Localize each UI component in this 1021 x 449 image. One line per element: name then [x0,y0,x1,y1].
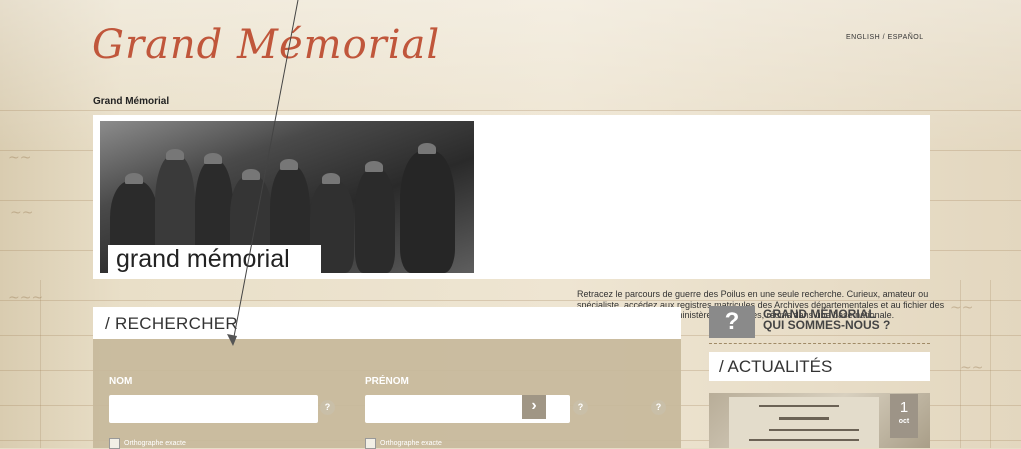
prenom-exact-checkbox[interactable] [365,438,376,449]
search-title: / RECHERCHER [105,314,239,333]
language-switcher: ENGLISH / ESPAÑOL [846,34,924,41]
question-icon[interactable]: ? [709,306,755,338]
prenom-label: PRÉNOM [365,376,409,387]
hero-panel: grand mémorial Retracez le parcours de g… [93,115,944,320]
soldiers-photo: grand mémorial [100,121,474,273]
nom-exact-label: Orthographe exacte [124,440,186,447]
news-month: oct [898,418,910,425]
news-header: / ACTUALITÉS [709,352,930,381]
nom-input[interactable] [109,395,318,423]
news-date-badge: 1 oct [890,394,918,438]
lang-english-link[interactable]: ENGLISH [846,34,880,41]
news-day: 1 [899,399,909,416]
nom-label: NOM [109,376,133,387]
photo-caption: grand mémorial [108,245,321,273]
site-logo[interactable]: Grand Mémorial [92,22,440,68]
nom-help-icon[interactable]: ? [320,400,335,415]
breadcrumb[interactable]: Grand Mémorial [93,96,169,107]
sidebar-divider [709,343,930,344]
nom-exact-checkbox[interactable] [109,438,120,449]
about-subtitle[interactable]: QUI SOMMES-NOUS ? [763,318,890,332]
search-header: / RECHERCHER [93,307,681,339]
search-submit-button[interactable]: › [522,395,546,419]
prenom-help-icon[interactable]: ? [573,400,588,415]
prenom-exact-label: Orthographe exacte [380,440,442,447]
news-title: / ACTUALITÉS [719,357,833,376]
submit-help-icon[interactable]: ? [651,400,666,415]
lang-separator: / [880,34,888,41]
lang-espanol-link[interactable]: ESPAÑOL [888,34,924,41]
